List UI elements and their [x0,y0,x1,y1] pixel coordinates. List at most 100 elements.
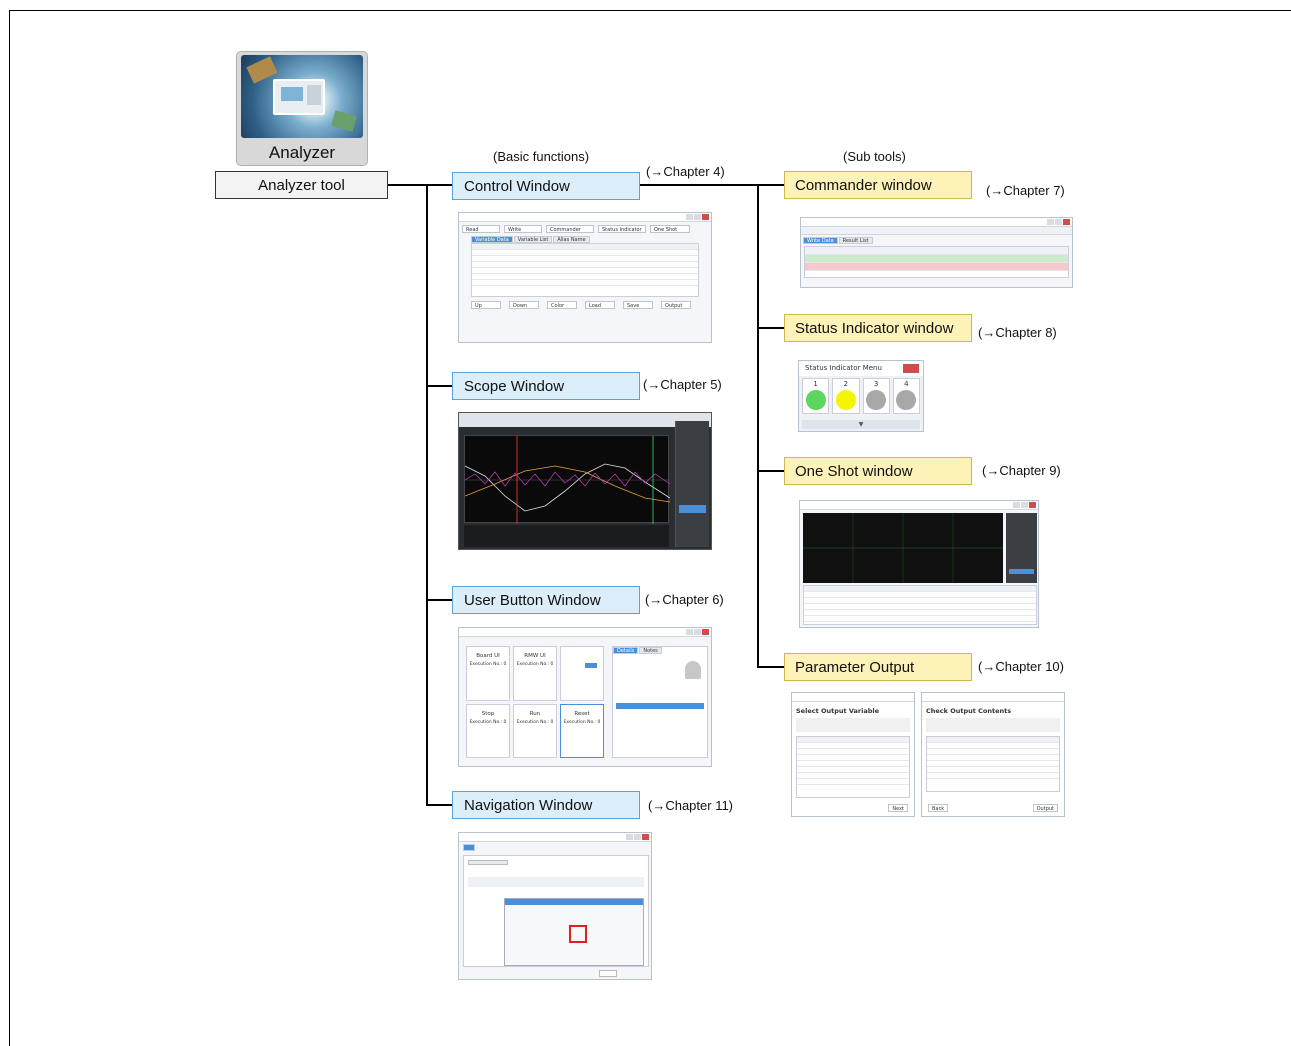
expand-chevron-icon[interactable]: ▼ [802,420,920,429]
one-shot-window-screenshot [799,500,1039,628]
user-button-exec: Execution No.: 0 [563,720,601,725]
one-shot-side-panel [1006,513,1037,583]
root-connector [388,184,453,186]
navigation-window-box: Navigation Window [452,791,640,819]
user-button-cell[interactable]: Board UI Execution No.: 0 [466,646,510,701]
tab-alias-name[interactable]: Alias Name [553,236,590,243]
basic-functions-header: (Basic functions) [493,149,590,164]
oneshot-connector [757,470,785,472]
user-button-exec: Execution No.: 0 [469,662,507,667]
user-button-window-chapter: (→Chapter 6) [645,592,724,607]
one-shot-button[interactable]: One Shot [650,225,690,233]
select-output-variable-screenshot: Select Output Variable Next [791,692,915,817]
one-shot-window-label: One Shot window [795,462,913,480]
navigation-connector [426,804,453,806]
parameter-output-label: Parameter Output [795,658,915,676]
tab-notes[interactable]: Notes [639,647,662,654]
scope-side-panel [675,421,709,547]
user-button-detail-panel: Details Notes [612,646,708,758]
user-button-cell[interactable]: Run Execution No.: 0 [513,704,557,758]
tab-variable-list[interactable]: Variable List [513,236,553,243]
status-indicator-window-chapter: (→Chapter 8) [978,325,1057,340]
save-button[interactable]: Save [623,301,653,309]
output-button[interactable]: Output [1032,804,1058,812]
status-lamp-icon [866,390,887,410]
user-button-name: RMW UI [524,653,546,659]
check-output-contents-screenshot: Check Output Contents Back Output [921,692,1065,817]
paramout-connector [757,666,785,668]
variable-table [471,243,699,297]
select-output-variable-title: Select Output Variable [796,707,880,715]
tab-result-list[interactable]: Result List [838,237,873,244]
status-indicator-button[interactable]: Status Indicator [598,225,646,233]
user-button-name: Board UI [476,653,500,659]
control-to-sub-connector [640,184,785,186]
status-lamp-icon [835,390,856,410]
user-button-grid: Board UI Execution No.: 0 RMW UI Executi… [466,646,604,758]
status-slot-number: 2 [843,380,849,388]
navigation-window-label: Navigation Window [464,796,593,814]
sub-trunk-line [757,184,759,667]
user-button-window-box: User Button Window [452,586,640,614]
parameter-output-box: Parameter Output [784,653,972,681]
commander-window-screenshot: Write Data Result List [800,217,1073,288]
next-button[interactable] [599,970,617,977]
tab-details[interactable]: Details [613,647,639,654]
highlight-marker [569,925,587,943]
write-button[interactable]: Write [504,225,542,233]
scope-connector [426,385,453,387]
navigation-window-screenshot [458,832,652,980]
parameter-output-chapter: (→Chapter 10) [978,659,1064,674]
commander-window-chapter: (→Chapter 7) [986,183,1065,198]
status-indicator-title: Status Indicator Menu [799,361,923,376]
status-slot: 3 [862,378,890,414]
analyzer-app-icon[interactable]: Analyzer [236,51,368,166]
commander-window-label: Commander window [795,176,932,194]
read-button[interactable]: Read [462,225,500,233]
control-window-label: Control Window [464,177,570,195]
status-indicator-title-text: Status Indicator Menu [805,364,882,372]
status-slot: 4 [892,378,920,414]
status-indicator-screenshot: Status Indicator Menu 1 2 3 4 ▼ [798,360,924,432]
navigation-window-chapter: (→Chapter 11) [648,798,734,813]
user-button-cell[interactable]: RMW UI Execution No.: 0 [513,646,557,701]
variable-list [796,736,910,798]
output-contents-table [926,736,1060,792]
one-shot-table [803,585,1037,625]
scope-window-screenshot [458,412,712,550]
status-indicator-window-label: Status Indicator window [795,319,954,337]
tab-variable-data[interactable]: Variable Data [471,236,513,243]
user-button-window-label: User Button Window [464,591,601,609]
user-button-name: Stop [481,711,495,717]
status-slot-number: 3 [873,380,879,388]
user-button-exec: Execution No.: 0 [516,662,554,667]
userbutton-connector [426,599,453,601]
commander-window-box: Commander window [784,171,972,199]
user-button-cell[interactable]: Stop Execution No.: 0 [466,704,510,758]
color-button[interactable]: Color [547,301,577,309]
analyzer-tool-box: Analyzer tool [215,171,388,199]
close-icon[interactable] [903,364,919,373]
user-button-cell[interactable]: Reset Execution No.: 0 [560,704,604,758]
tab-write-data[interactable]: Write Data [803,237,838,244]
down-button[interactable]: Down [509,301,539,309]
scope-window-chapter: (→Chapter 5) [643,377,722,392]
user-button-name: Run [529,711,541,717]
user-button-settings-cell[interactable] [560,646,604,701]
navigation-tab[interactable] [463,844,475,851]
back-button[interactable]: Back [928,804,949,812]
control-window-screenshot: Read Write Commander Status Indicator On… [458,212,712,343]
analyzer-app-label: Analyzer [268,143,336,162]
status-indicator-slots: 1 2 3 4 [799,378,923,414]
up-button[interactable]: Up [471,301,501,309]
avatar-icon [685,661,701,679]
scope-window-box: Scope Window [452,372,640,400]
navigation-content [463,855,649,967]
output-button[interactable]: Output [661,301,691,309]
status-lamp-icon [805,390,826,410]
load-button[interactable]: Load [585,301,615,309]
commander-button[interactable]: Commander [546,225,594,233]
scope-graph-area [464,435,670,524]
commander-table [804,246,1069,278]
next-button[interactable]: Next [888,804,908,812]
